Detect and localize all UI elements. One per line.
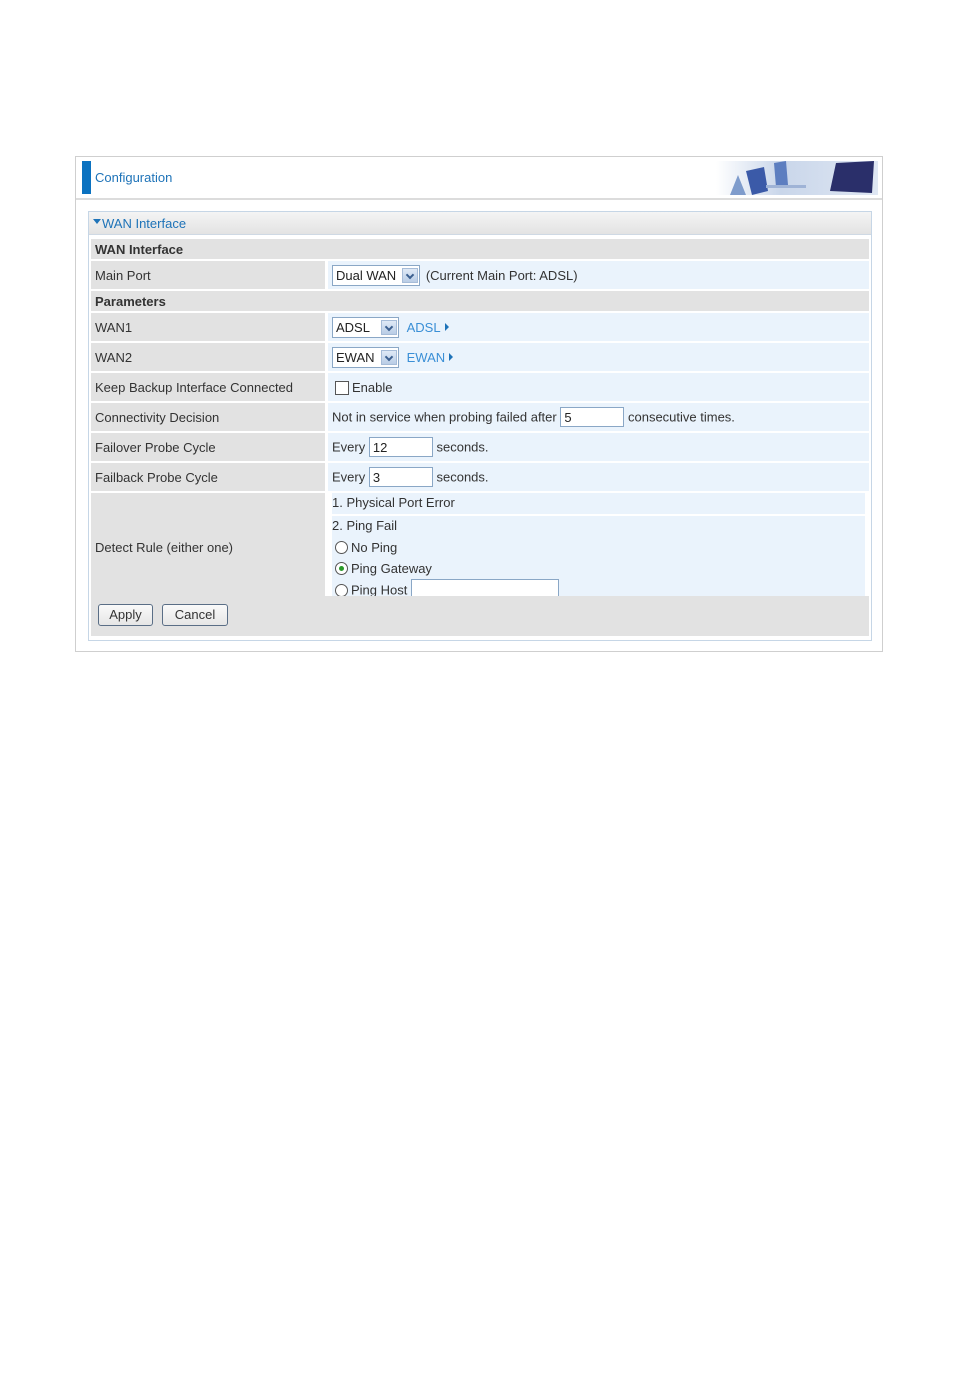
keep-backup-checkbox[interactable]: [335, 380, 349, 395]
failback-seconds-input[interactable]: 3: [368, 467, 433, 487]
enable-checkbox-label[interactable]: Enable: [352, 380, 392, 395]
arrow-right-icon[interactable]: [449, 353, 454, 361]
table-row: Main Port Dual WAN (Current Main Port: A…: [91, 261, 869, 289]
page-title: Configuration: [95, 170, 173, 185]
chevron-down-icon[interactable]: [381, 349, 397, 365]
failover-prefix-text: Every: [332, 439, 366, 455]
detect-rule-label: Detect Rule (either one): [91, 493, 328, 602]
wan1-selected-value: ADSL: [336, 319, 370, 335]
apply-button[interactable]: Apply: [98, 604, 153, 626]
section-header-parameters: Parameters: [91, 291, 869, 311]
failover-probe-label: Failover Probe Cycle: [91, 433, 328, 461]
table-row: Failback Probe Cycle Every 3 seconds.: [91, 463, 869, 491]
ping-gateway-label[interactable]: Ping Gateway: [351, 561, 432, 576]
table-row: Connectivity Decision Not in service whe…: [91, 403, 869, 431]
rule-physical-port-error: 1. Physical Port Error: [332, 493, 865, 514]
main-port-label: Main Port: [91, 261, 328, 289]
wan1-label: WAN1: [91, 313, 328, 341]
collapse-triangle-icon[interactable]: [93, 219, 101, 224]
wan-form-table: WAN Interface Main Port Dual WAN (Curren…: [91, 237, 869, 604]
no-ping-label[interactable]: No Ping: [351, 540, 397, 555]
section-row: Parameters: [91, 291, 869, 311]
failback-probe-label: Failback Probe Cycle: [91, 463, 328, 491]
table-row: Keep Backup Interface Connected Enable: [91, 373, 869, 401]
wan-interface-panel: WAN Interface WAN Interface Main Port Du…: [88, 211, 872, 641]
configuration-frame: Configuration WAN Interface WAN Interfac…: [75, 156, 883, 652]
wan2-select[interactable]: EWAN: [332, 346, 399, 368]
radio-option-no-ping[interactable]: No Ping: [332, 537, 865, 558]
connectivity-prefix-text: Not in service when probing failed after: [332, 409, 557, 425]
rule-ping-fail: 2. Ping Fail: [332, 518, 398, 533]
table-row: WAN1 ADSL ADSL: [91, 313, 869, 341]
radio-ping-gateway[interactable]: [335, 562, 348, 576]
main-port-select[interactable]: Dual WAN: [332, 264, 421, 286]
table-row: WAN2 EWAN EWAN: [91, 343, 869, 371]
header-accent-bar: [82, 161, 91, 194]
main-port-selected-value: Dual WAN: [336, 267, 397, 283]
table-row: Detect Rule (either one) 1. Physical Por…: [91, 493, 869, 602]
panel-header[interactable]: WAN Interface: [89, 212, 871, 235]
consecutive-failures-input[interactable]: 5: [560, 407, 625, 427]
section-header-wan-interface: WAN Interface: [91, 239, 869, 259]
button-bar: Apply Cancel: [91, 596, 869, 636]
wan2-settings-link[interactable]: EWAN: [407, 350, 446, 365]
office-banner-icon: [716, 161, 878, 195]
configuration-header: Configuration: [76, 157, 882, 200]
arrow-right-icon[interactable]: [444, 323, 449, 331]
radio-option-ping-gateway[interactable]: Ping Gateway: [332, 558, 865, 579]
wan2-selected-value: EWAN: [336, 349, 375, 365]
wan1-select[interactable]: ADSL: [332, 316, 399, 338]
connectivity-suffix-text: consecutive times.: [627, 409, 735, 425]
connectivity-decision-label: Connectivity Decision: [91, 403, 328, 431]
failback-suffix-text: seconds.: [436, 469, 489, 485]
section-row: WAN Interface: [91, 239, 869, 259]
current-main-port-note: (Current Main Port: ADSL): [425, 267, 578, 283]
radio-no-ping[interactable]: [335, 541, 348, 555]
failover-seconds-input[interactable]: 12: [368, 437, 433, 457]
chevron-down-icon[interactable]: [381, 319, 397, 335]
panel-title: WAN Interface: [102, 216, 187, 231]
wan1-settings-link[interactable]: ADSL: [407, 320, 441, 335]
cancel-button[interactable]: Cancel: [162, 604, 228, 626]
wan2-label: WAN2: [91, 343, 328, 371]
radio-ping-host[interactable]: [335, 583, 348, 597]
table-row: Failover Probe Cycle Every 12 seconds.: [91, 433, 869, 461]
failback-prefix-text: Every: [332, 469, 366, 485]
keep-backup-label: Keep Backup Interface Connected: [91, 373, 328, 401]
chevron-down-icon[interactable]: [402, 267, 419, 283]
failover-suffix-text: seconds.: [436, 439, 489, 455]
